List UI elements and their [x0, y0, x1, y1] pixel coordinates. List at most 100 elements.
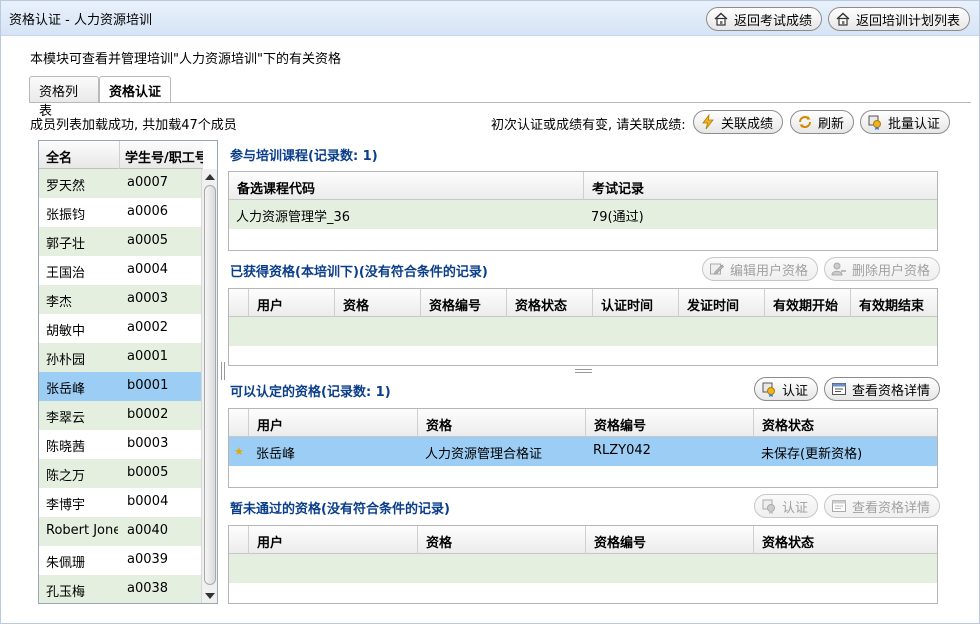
member-name: 孙朴园: [46, 353, 86, 368]
list-item[interactable]: 陈晓茜 b0003: [39, 430, 203, 459]
column-header-valid-start[interactable]: 有效期开始: [765, 289, 851, 317]
column-header-user[interactable]: 用户: [249, 526, 418, 554]
back-to-exam-label: 返回考试成绩: [734, 13, 813, 29]
column-header-qualification-status[interactable]: 资格状态: [754, 526, 937, 554]
list-item[interactable]: 李翠云 b0002: [39, 401, 203, 430]
column-header-issue-time[interactable]: 发证时间: [679, 289, 765, 317]
member-name: 李翠云: [46, 411, 86, 426]
courses-section-title: 参与培训课程(记录数: 1): [230, 149, 378, 164]
list-item[interactable]: 李杰 a0003: [39, 285, 203, 314]
column-header-exam-record[interactable]: 考试记录: [584, 172, 937, 200]
vertical-splitter[interactable]: [221, 362, 225, 380]
back-to-plan-button[interactable]: 返回培训计划列表: [828, 7, 971, 31]
column-header-valid-end[interactable]: 有效期结束: [851, 289, 937, 317]
certificate-icon: [867, 114, 883, 130]
list-item[interactable]: 陈之万 b0005: [39, 459, 203, 488]
member-table-header: 全名 学生号/职工号: [39, 141, 203, 169]
list-item[interactable]: 孙朴园 a0001: [39, 343, 203, 372]
member-scrollbar[interactable]: [201, 169, 217, 603]
certifiable-section-title: 可以认定的资格(记录数: 1): [230, 385, 391, 400]
list-item[interactable]: 张岳峰 b0001: [39, 372, 203, 401]
load-status: 成员列表加载成功, 共加载47个成员: [30, 118, 237, 133]
scroll-up-icon[interactable]: [205, 174, 215, 180]
empty-row: [229, 317, 937, 346]
column-header-qualification-code[interactable]: 资格编号: [421, 289, 507, 317]
member-id: a0006: [127, 204, 169, 219]
view-failed-detail-label: 查看资格详情: [852, 500, 931, 516]
view-qualification-detail-button[interactable]: 查看资格详情: [824, 377, 941, 401]
user-cell: 张岳峰: [256, 447, 296, 462]
list-item[interactable]: 胡敏中 a0002: [39, 314, 203, 343]
member-name: 胡敏中: [46, 324, 86, 339]
column-header-course-code[interactable]: 备选课程代码: [229, 172, 584, 200]
list-item[interactable]: 朱佩珊 a0039: [39, 546, 203, 575]
empty-row: [229, 554, 937, 583]
column-header-certify-time[interactable]: 认证时间: [593, 289, 679, 317]
column-header-qualification-code[interactable]: 资格编号: [586, 409, 754, 437]
certify-button[interactable]: 认证: [754, 377, 819, 401]
link-scores-label: 关联成绩: [721, 116, 774, 132]
column-header-user[interactable]: 用户: [249, 409, 418, 437]
member-name: 朱佩珊: [46, 556, 86, 571]
column-header-qualification-code[interactable]: 资格编号: [586, 526, 754, 554]
list-item[interactable]: 郭子壮 a0005: [39, 227, 203, 256]
courses-table-header: 备选课程代码 考试记录: [229, 172, 937, 200]
scroll-thumb[interactable]: [204, 185, 216, 585]
module-description: 本模块可查看并管理培训"人力资源培训"下的有关资格: [30, 52, 341, 67]
member-id: a0005: [127, 233, 169, 248]
member-id: a0002: [127, 320, 169, 335]
qualification-status-cell: 未保存(更新资格): [761, 447, 863, 462]
edit-user-qualification-button[interactable]: 编辑用户资格: [702, 257, 819, 281]
list-item[interactable]: 罗天然 a0007: [39, 169, 203, 198]
list-item[interactable]: 张振钧 a0006: [39, 198, 203, 227]
horizontal-splitter[interactable]: [575, 369, 592, 373]
column-header-qualification-status[interactable]: 资格状态: [754, 409, 937, 437]
courses-table: 备选课程代码 考试记录 人力资源管理学_36 79(通过): [228, 171, 938, 251]
home-icon: [835, 11, 851, 27]
list-item[interactable]: Robert Jones a0040: [39, 517, 203, 546]
column-header-qualification[interactable]: 资格: [418, 526, 586, 554]
table-row[interactable]: 人力资源管理学_36 79(通过): [229, 200, 937, 229]
member-id: a0001: [127, 349, 169, 364]
column-header-marker: [229, 409, 249, 437]
edit-icon: [709, 261, 725, 277]
member-name: 王国治: [46, 266, 86, 281]
list-item[interactable]: 李博宇 b0004: [39, 488, 203, 517]
scroll-down-icon[interactable]: [205, 593, 215, 599]
column-header-user[interactable]: 用户: [249, 289, 335, 317]
delete-user-qualification-label: 删除用户资格: [852, 263, 931, 279]
delete-user-qualification-button[interactable]: 删除用户资格: [824, 257, 941, 281]
member-name: 陈晓茜: [46, 440, 86, 455]
column-header-qualification[interactable]: 资格: [335, 289, 421, 317]
column-header-name[interactable]: 全名: [46, 147, 72, 166]
back-to-plan-label: 返回培训计划列表: [856, 13, 961, 29]
batch-certify-button[interactable]: 批量认证: [860, 110, 951, 134]
column-header-id[interactable]: 学生号/职工号: [125, 147, 203, 166]
column-header-qualification-status[interactable]: 资格状态: [507, 289, 593, 317]
tab-qualification-list[interactable]: 资格列表: [29, 76, 99, 119]
link-scores-button[interactable]: 关联成绩: [693, 110, 784, 134]
course-code-cell: 人力资源管理学_36: [236, 210, 351, 225]
view-failed-detail-button[interactable]: 查看资格详情: [824, 494, 941, 518]
certifiable-table: 用户 资格 资格编号 资格状态 ★ 张岳峰 人力资源管理合格证 RLZY042 …: [228, 408, 938, 488]
obtained-table: 用户 资格 资格编号 资格状态 认证时间 发证时间 有效期开始 有效期结束: [228, 288, 938, 366]
refresh-label: 刷新: [818, 116, 845, 132]
certificate-icon: [761, 381, 777, 397]
list-item[interactable]: 王国治 a0004: [39, 256, 203, 285]
back-to-exam-button[interactable]: 返回考试成绩: [706, 7, 823, 31]
list-item[interactable]: 孔玉梅 a0038: [39, 575, 203, 603]
member-id: b0005: [127, 465, 169, 480]
table-row[interactable]: ★ 张岳峰 人力资源管理合格证 RLZY042 未保存(更新资格): [229, 437, 937, 466]
column-header-marker: [229, 289, 249, 317]
member-table: 全名 学生号/职工号 罗天然 a0007 张振钧 a0006 郭子壮 a0005 王国治 a0…: [38, 140, 218, 604]
certify-failed-button[interactable]: 认证: [754, 494, 819, 518]
certify-label: 认证: [782, 383, 809, 399]
column-header-qualification[interactable]: 资格: [418, 409, 586, 437]
refresh-button[interactable]: 刷新: [790, 110, 855, 134]
member-name: 罗天然: [46, 179, 86, 194]
star-icon: ★: [234, 445, 244, 458]
refresh-icon: [797, 114, 813, 130]
link-hint: 初次认证或成绩有变, 请关联成绩:: [491, 118, 686, 133]
home-icon: [713, 11, 729, 27]
tab-qualification-certify[interactable]: 资格认证: [99, 76, 171, 103]
